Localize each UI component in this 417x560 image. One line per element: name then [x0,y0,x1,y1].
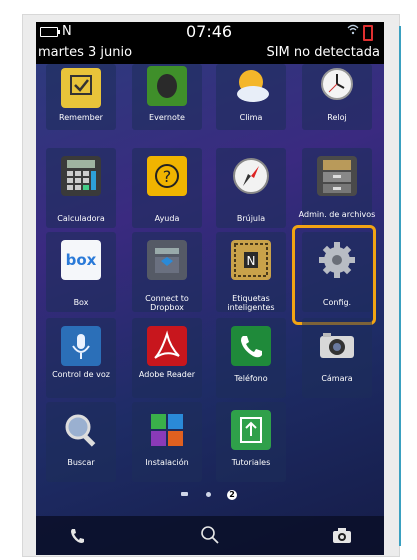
evernote-icon [147,66,187,106]
app-label: Control de voz [52,370,110,379]
microphone-icon [61,326,101,366]
wifi-icon [347,24,359,36]
app-label: Box [73,298,89,307]
camera-icon[interactable] [322,516,362,555]
app-calculadora[interactable]: Calculadora [42,148,120,228]
app-remember[interactable]: Remember [42,64,120,144]
dropbox-icon [147,240,187,280]
app-box[interactable]: box Box [42,232,120,312]
app-evernote[interactable]: Evernote [128,64,206,144]
help-icon: ? [147,156,187,196]
sim-status: SIM no detectada [266,45,380,60]
config-highlight-box [292,225,376,325]
app-label: Buscar [67,458,95,467]
app-label: Connect to Dropbox [145,294,189,312]
bottom-dock [36,516,384,555]
file-manager-icon [317,156,357,196]
battery-icon [40,27,60,37]
app-control-voz[interactable]: Control de voz [42,318,120,398]
app-telefono[interactable]: Teléfono [212,318,290,398]
app-tutoriales[interactable]: Tutoriales [212,402,290,482]
app-brujula[interactable]: Brújula [212,148,290,228]
adobe-reader-icon [147,326,187,366]
smart-tags-icon: N [231,240,271,280]
app-buscar[interactable]: Buscar [42,402,120,482]
accent-line [399,26,401,546]
phone-icon[interactable] [58,516,98,555]
page-dot[interactable] [206,492,211,497]
compass-icon [231,156,271,196]
search-app-icon [61,410,101,450]
app-label: Brújula [236,214,266,223]
app-ayuda[interactable]: ? Ayuda [128,148,206,228]
remember-icon [61,68,101,108]
tutorials-icon [231,410,271,450]
clock-icon [317,66,357,106]
info-bar: martes 3 junio SIM no detectada [36,42,384,64]
calculator-icon [61,156,101,196]
setup-icon [147,410,187,450]
box-icon: box [61,240,101,280]
app-camara[interactable]: Cámara [298,318,376,398]
app-adobe-reader[interactable]: Adobe Reader [128,318,206,398]
clock-time: 07:46 [186,22,233,41]
app-label: Tutoriales [231,458,271,467]
app-clima[interactable]: Clima [212,64,290,144]
status-bar: N 07:46 [36,22,384,42]
date-label: martes 3 junio [38,45,133,60]
camera-app-icon [317,326,357,366]
app-etiquetas[interactable]: N Etiquetas inteligentes [212,232,290,312]
svg-text:?: ? [163,167,172,186]
app-label: Clima [239,113,263,122]
app-label: Ayuda [154,214,180,223]
app-label: Instalación [145,458,189,467]
app-admin-archivos[interactable]: Admin. de archivos [298,148,376,228]
page-indicator[interactable]: 2 [36,490,384,500]
app-label: Teléfono [234,374,268,383]
search-icon[interactable] [190,516,230,555]
weather-icon [231,66,271,106]
app-reloj[interactable]: Reloj [298,64,376,144]
nfc-icon: N [62,24,72,39]
app-label: Evernote [149,113,185,122]
phone-screen: N 07:46 martes 3 junio SIM no detectada … [36,22,384,555]
app-label: Calculadora [57,214,105,223]
box-logo-text: box [65,251,97,269]
app-label: Etiquetas inteligentes [227,294,275,312]
battery-alert-icon [363,25,373,41]
app-label: Cámara [321,374,353,383]
app-instalacion[interactable]: Instalación [128,402,206,482]
app-label: Reloj [327,113,347,122]
hub-page-dot[interactable] [181,492,188,496]
app-label: Remember [59,113,103,122]
svg-text:N: N [247,254,256,268]
app-label: Admin. de archivos [298,210,376,219]
app-label: Adobe Reader [138,370,196,379]
app-dropbox[interactable]: Connect to Dropbox [128,232,206,312]
phone-app-icon [231,326,271,366]
current-page-number[interactable]: 2 [227,490,237,500]
